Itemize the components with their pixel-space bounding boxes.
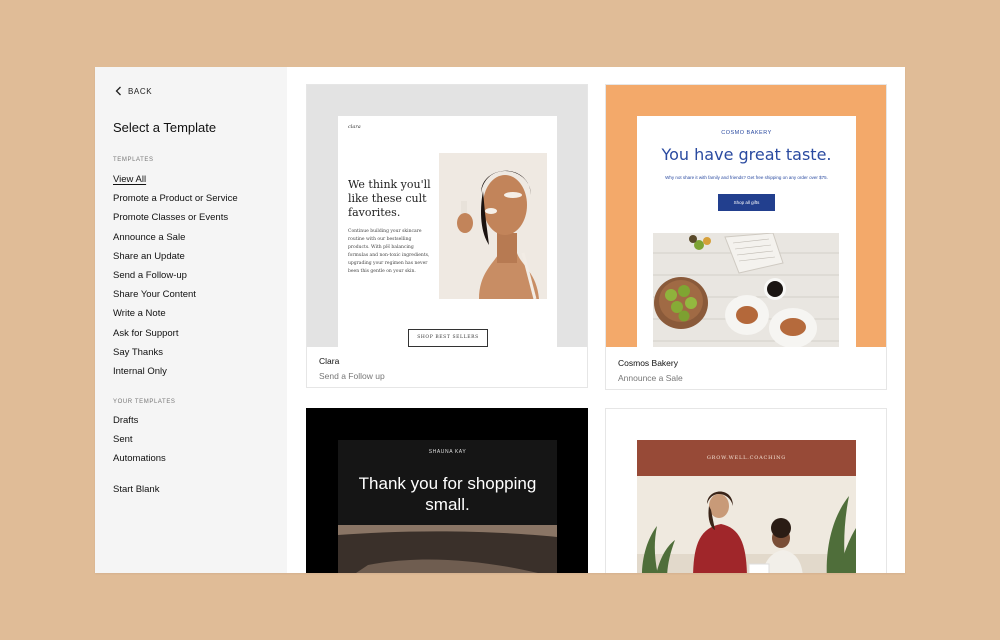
preview-body: Continue building your skincare routine … (348, 229, 430, 274)
sidebar-item-label: Promote a Product or Service (113, 193, 238, 205)
template-category: Announce a Sale (618, 373, 683, 383)
sidebar-item-internal-only[interactable]: Internal Only (113, 362, 238, 381)
card-meta: Cosmos Bakery Announce a Sale (618, 358, 683, 383)
sidebar-item-share-your-content[interactable]: Share Your Content (113, 285, 238, 304)
chevron-left-icon (115, 86, 121, 96)
sidebar-item-label: Drafts (113, 415, 139, 426)
shop-best-sellers-button: SHOP BEST SELLERS (408, 329, 488, 347)
sidebar-item-sent[interactable]: Sent (113, 430, 166, 449)
back-button[interactable]: BACK (115, 86, 152, 96)
preview-headline: We think you'll like these cult favorite… (348, 178, 431, 219)
sidebar-item-send-a-follow-up[interactable]: Send a Follow-up (113, 266, 238, 285)
sidebar-item-label: Promote Classes or Events (113, 212, 229, 224)
template-name: Cosmos Bakery (618, 358, 678, 368)
template-picker-window: BACK Select a Template TEMPLATES View Al… (95, 67, 905, 573)
preview-headline: Thank you for shopping small. (358, 474, 537, 514)
preview-body: Why not share it with family and friends… (665, 175, 828, 180)
preview-logo: clara (348, 124, 361, 130)
your-templates-section-label: YOUR TEMPLATES (113, 399, 176, 405)
sidebar-item-label: Write a Note (113, 308, 166, 320)
template-preview: GROW.WELL.COACHING (606, 409, 886, 573)
template-preview: COSMO BAKERY You have great taste. Why n… (606, 85, 886, 347)
sidebar-item-share-an-update[interactable]: Share an Update (113, 247, 238, 266)
page-title: Select a Template (113, 120, 217, 135)
template-card-shauna-kay[interactable]: SHAUNA KAY Thank you for shopping small. (306, 408, 588, 573)
preview-logo: SHAUNA KAY (428, 449, 467, 455)
email-preview: GROW.WELL.COACHING (637, 440, 856, 573)
model-photo (439, 153, 547, 299)
sidebar-item-promote-a-product-or-service[interactable]: Promote a Product or Service (113, 189, 238, 208)
templates-nav: View All Promote a Product or Service Prom… (113, 170, 238, 381)
template-card-grow-well-coaching[interactable]: GROW.WELL.COACHING (605, 408, 887, 573)
template-preview: clara We think you'll like these cult fa… (307, 85, 587, 347)
email-preview: clara We think you'll like these cult fa… (338, 116, 557, 347)
sidebar-item-promote-classes-or-events[interactable]: Promote Classes or Events (113, 208, 238, 227)
sidebar-item-write-a-note[interactable]: Write a Note (113, 304, 238, 323)
preview-headline: You have great taste. (661, 145, 832, 164)
sidebar-item-automations[interactable]: Automations (113, 449, 166, 468)
sidebar-item-label: Say Thanks (113, 346, 163, 358)
template-name: Clara (319, 356, 340, 366)
sidebar-item-ask-for-support[interactable]: Ask for Support (113, 324, 238, 343)
template-category: Send a Follow up (319, 371, 385, 381)
sidebar-item-label: View All (113, 174, 147, 185)
sidebar-item-label: Send a Follow-up (113, 269, 187, 281)
sidebar-item-announce-a-sale[interactable]: Announce a Sale (113, 228, 238, 247)
shop-photo (338, 525, 557, 573)
template-card-clara[interactable]: clara We think you'll like these cult fa… (306, 84, 588, 388)
shop-all-gifts-button: Shop all gifts (718, 194, 775, 211)
back-label: BACK (128, 86, 153, 96)
sidebar-item-label: Ask for Support (113, 327, 179, 339)
sidebar-item-label: Share an Update (113, 250, 185, 262)
bakery-photo (653, 233, 839, 347)
card-meta: Clara Send a Follow up (319, 356, 385, 381)
sidebar-item-drafts[interactable]: Drafts (113, 411, 166, 430)
email-preview: COSMO BAKERY You have great taste. Why n… (637, 116, 856, 347)
your-templates-nav: Drafts Sent Automations (113, 411, 166, 469)
sidebar-item-label: Automations (113, 453, 166, 465)
sidebar-item-say-thanks[interactable]: Say Thanks (113, 343, 238, 362)
template-preview: SHAUNA KAY Thank you for shopping small. (307, 409, 587, 573)
sidebar-item-label: Announce a Sale (113, 231, 186, 243)
templates-section-label: TEMPLATES (113, 157, 154, 163)
template-card-cosmos-bakery[interactable]: COSMO BAKERY You have great taste. Why n… (605, 84, 887, 390)
preview-logo: GROW.WELL.COACHING (637, 440, 856, 476)
coaching-photo (637, 476, 856, 573)
sidebar-item-view-all[interactable]: View All (113, 170, 238, 189)
preview-logo: COSMO BAKERY (721, 130, 772, 136)
sidebar: BACK Select a Template TEMPLATES View Al… (95, 67, 287, 573)
template-grid: clara We think you'll like these cult fa… (287, 67, 905, 573)
sidebar-item-label: Sent (113, 434, 133, 446)
sidebar-item-label: Share Your Content (113, 289, 196, 301)
start-blank-button[interactable]: Start Blank (113, 484, 159, 495)
email-preview: SHAUNA KAY Thank you for shopping small. (338, 440, 557, 573)
sidebar-item-label: Internal Only (113, 365, 167, 377)
